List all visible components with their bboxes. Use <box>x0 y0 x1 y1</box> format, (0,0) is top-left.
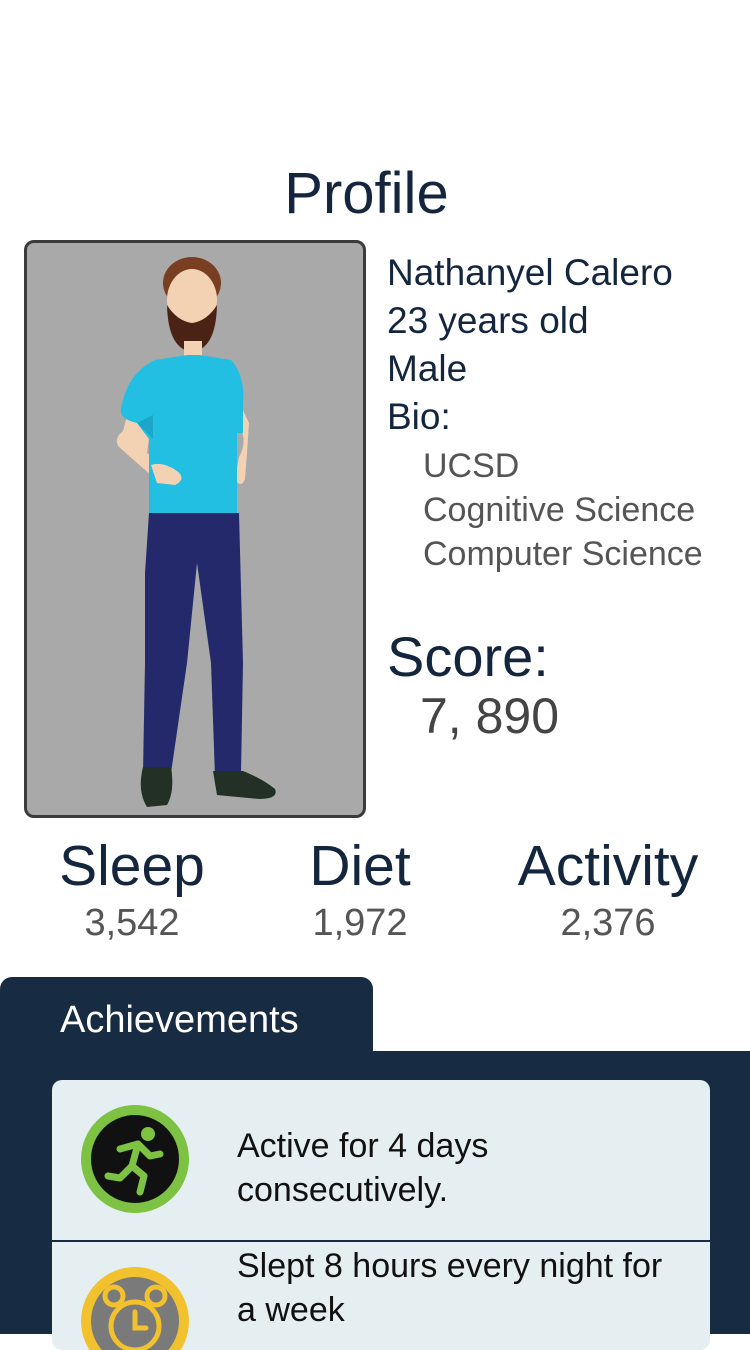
achievements-list: Active for 4 days consecutively. Slept 8… <box>52 1080 710 1350</box>
bio-line: UCSD <box>423 447 520 485</box>
stat-label: Sleep <box>59 834 205 898</box>
tab-label: Achievements <box>60 999 299 1041</box>
page-title: Profile <box>284 161 449 226</box>
avatar-illustration <box>116 257 276 807</box>
achievement-item[interactable]: Active for 4 days consecutively. <box>52 1080 710 1242</box>
profile-gender: Male <box>387 348 468 389</box>
profile-name: Nathanyel Calero <box>387 252 673 293</box>
profile-age: 23 years old <box>387 300 589 341</box>
stat-value: 2,376 <box>560 902 656 944</box>
running-icon <box>81 1105 189 1213</box>
stat-diet[interactable]: Diet 1,972 <box>260 832 460 946</box>
bio-line: Computer Science <box>423 535 703 573</box>
bio-line: Cognitive Science <box>423 491 696 529</box>
stat-value: 3,542 <box>84 902 180 944</box>
alarm-clock-icon <box>81 1267 189 1350</box>
tab-achievements[interactable]: Achievements <box>0 977 373 1057</box>
bio-label: Bio: <box>387 396 451 437</box>
score-value: 7, 890 <box>420 688 560 744</box>
stat-value: 1,972 <box>312 902 408 944</box>
profile-info: Nathanyel Calero 23 years old Male Bio: <box>387 249 673 441</box>
stat-activity[interactable]: Activity 2,376 <box>488 832 728 946</box>
avatar-card <box>24 240 366 818</box>
score-label: Score: <box>387 625 549 688</box>
achievement-text: Active for 4 days consecutively. <box>237 1127 489 1209</box>
stat-sleep[interactable]: Sleep 3,542 <box>32 832 232 946</box>
stat-label: Diet <box>309 834 411 898</box>
achievement-text: Slept 8 hours every night for a week <box>237 1247 663 1329</box>
bio-list: UCSD Cognitive Science Computer Science <box>423 444 703 576</box>
stat-label: Activity <box>517 834 699 898</box>
